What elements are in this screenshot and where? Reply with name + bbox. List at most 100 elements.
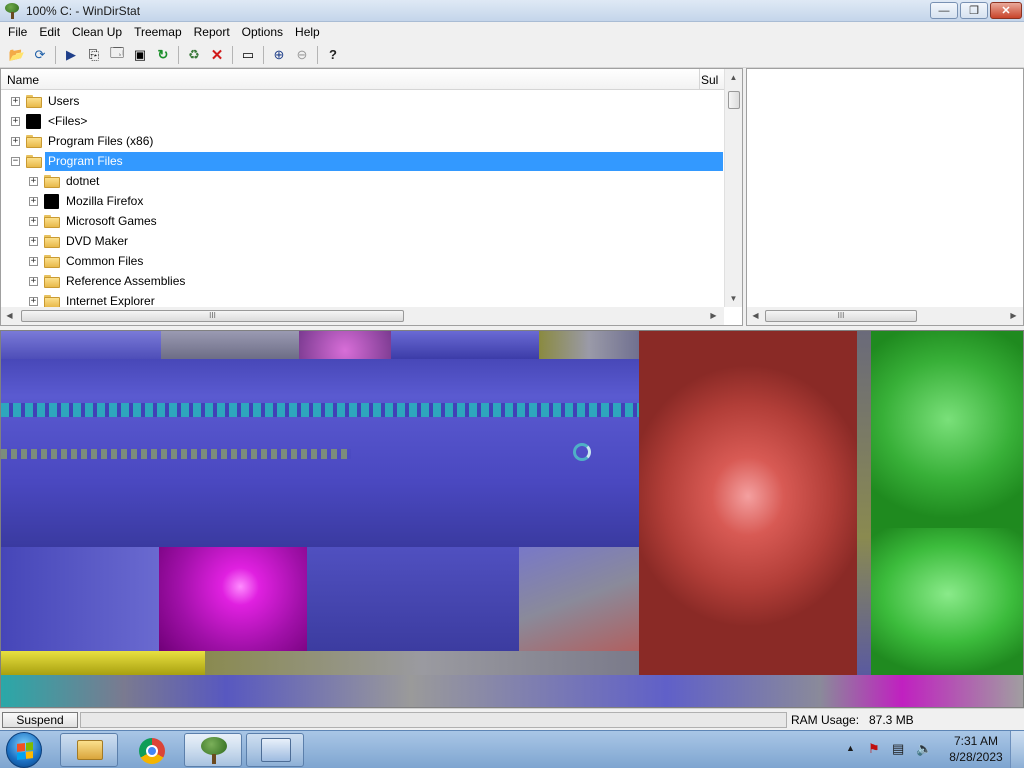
scroll-up-icon[interactable]: ▲: [725, 69, 742, 86]
clock-time[interactable]: 7:31 AM: [948, 734, 1004, 748]
tree-row[interactable]: + Program Files (x86): [1, 132, 723, 151]
command-prompt-icon[interactable]: ▣: [129, 44, 151, 66]
start-button[interactable]: [6, 732, 42, 768]
treemap-block[interactable]: [1, 651, 205, 675]
refresh-all-icon[interactable]: ⟳: [29, 44, 51, 66]
treemap-block[interactable]: [299, 331, 391, 359]
treemap-block[interactable]: [391, 331, 539, 359]
directory-tree[interactable]: Name Sul + Users + <Files> + Program Files (x…: [0, 68, 743, 326]
zoom-out-icon[interactable]: ⊖: [291, 44, 313, 66]
tree-row[interactable]: + Common Files: [1, 252, 723, 271]
expand-icon[interactable]: +: [29, 237, 38, 246]
tree-row[interactable]: + Users: [1, 92, 723, 111]
delete-icon[interactable]: ✕: [206, 44, 228, 66]
tree-vertical-scrollbar[interactable]: ▲ ▼: [724, 69, 742, 307]
expand-icon[interactable]: +: [29, 177, 38, 186]
treemap-block[interactable]: [1, 331, 639, 547]
treemap-block[interactable]: [307, 547, 519, 651]
action-center-icon[interactable]: ⚑: [868, 741, 880, 757]
column-subtree-header[interactable]: Sul: [701, 73, 723, 87]
network-icon[interactable]: ▤: [892, 741, 904, 757]
scroll-left-icon[interactable]: ◀: [1, 307, 18, 324]
properties-icon[interactable]: ▭: [237, 44, 259, 66]
tree-row[interactable]: + Internet Explorer: [1, 292, 723, 307]
expand-icon[interactable]: +: [29, 257, 38, 266]
tree-vertical-thumb[interactable]: [728, 91, 740, 109]
treemap-view[interactable]: [0, 330, 1024, 708]
menu-edit[interactable]: Edit: [33, 22, 66, 42]
treemap-block[interactable]: [1, 403, 639, 417]
tree-horizontal-scrollbar[interactable]: ◀ III ▶: [1, 307, 724, 325]
tree-row[interactable]: + <Files>: [1, 112, 723, 131]
progress-bar: [80, 712, 787, 728]
taskbar-windirstat[interactable]: [184, 733, 242, 767]
zoom-in-icon[interactable]: ⊕: [268, 44, 290, 66]
copy-path-icon[interactable]: ⎘: [83, 44, 105, 66]
taskbar-control-panel[interactable]: [246, 733, 304, 767]
treemap-block[interactable]: [871, 331, 1023, 528]
tree-row[interactable]: + Microsoft Games: [1, 212, 723, 231]
menu-options[interactable]: Options: [236, 22, 289, 42]
tree-row[interactable]: + Mozilla Firefox: [1, 192, 723, 211]
windows-logo-icon: [17, 742, 33, 760]
treemap-block[interactable]: [871, 528, 1023, 675]
refresh-selected-icon[interactable]: ↻: [152, 44, 174, 66]
column-divider[interactable]: [699, 69, 700, 90]
expand-icon[interactable]: +: [29, 277, 38, 286]
menu-clean-up[interactable]: Clean Up: [66, 22, 128, 42]
column-name-header[interactable]: Name: [7, 73, 39, 87]
treemap-block[interactable]: [857, 331, 871, 675]
scroll-left-icon[interactable]: ◀: [747, 307, 764, 324]
treemap-block[interactable]: [159, 547, 307, 651]
ext-horizontal-thumb[interactable]: III: [765, 310, 917, 322]
title-bar[interactable]: 100% C: - WinDirStat — ❐ ✕: [0, 0, 1024, 22]
tree-row[interactable]: + Reference Assemblies: [1, 272, 723, 291]
menu-file[interactable]: File: [2, 22, 33, 42]
expand-icon[interactable]: +: [11, 117, 20, 126]
tree-row[interactable]: + DVD Maker: [1, 232, 723, 251]
minimize-button[interactable]: —: [930, 2, 958, 19]
explorer-here-icon[interactable]: 🗔: [106, 44, 128, 66]
tree-horizontal-thumb[interactable]: III: [21, 310, 404, 322]
close-button[interactable]: ✕: [990, 2, 1022, 19]
recycle-bin-icon[interactable]: ♻: [183, 44, 205, 66]
expand-icon[interactable]: +: [11, 97, 20, 106]
scroll-down-icon[interactable]: ▼: [725, 290, 742, 307]
expand-icon[interactable]: +: [29, 297, 38, 306]
show-hidden-icons-icon[interactable]: ▲: [846, 743, 855, 753]
open-icon[interactable]: 📂: [6, 44, 28, 66]
taskbar-explorer[interactable]: [60, 733, 118, 767]
treemap-block[interactable]: [1, 331, 161, 359]
treemap-block[interactable]: [1, 547, 159, 651]
scroll-right-icon[interactable]: ▶: [1005, 307, 1022, 324]
taskbar-chrome[interactable]: [122, 733, 180, 767]
tree-row[interactable]: − Program Files: [11, 152, 723, 171]
menu-treemap[interactable]: Treemap: [128, 22, 188, 42]
scroll-right-icon[interactable]: ▶: [705, 307, 722, 324]
tree-row-label: dotnet: [66, 174, 100, 188]
tree-row-label: Microsoft Games: [66, 214, 157, 228]
treemap-block[interactable]: [1, 449, 351, 459]
help-icon[interactable]: ?: [322, 44, 344, 66]
maximize-button[interactable]: ❐: [960, 2, 988, 19]
tree-row[interactable]: + dotnet: [1, 172, 723, 191]
menu-report[interactable]: Report: [188, 22, 236, 42]
treemap-block[interactable]: [205, 651, 639, 675]
menu-help[interactable]: Help: [289, 22, 326, 42]
volume-icon[interactable]: 🔈: [916, 741, 932, 757]
expand-icon[interactable]: +: [11, 137, 20, 146]
expand-icon[interactable]: +: [29, 217, 38, 226]
select-drive-icon[interactable]: ▶: [60, 44, 82, 66]
treemap-block[interactable]: [1, 675, 1023, 707]
treemap-block[interactable]: [161, 331, 299, 359]
suspend-button[interactable]: Suspend: [2, 712, 78, 728]
expand-icon[interactable]: +: [29, 197, 38, 206]
treemap-block[interactable]: [519, 547, 639, 651]
treemap-block[interactable]: [539, 331, 639, 359]
treemap-block[interactable]: [639, 331, 857, 675]
ext-horizontal-scrollbar[interactable]: ◀ III ▶: [747, 307, 1023, 325]
collapse-icon[interactable]: −: [11, 157, 20, 166]
extension-list[interactable]: ◀ III ▶: [746, 68, 1024, 326]
clock-date[interactable]: 8/28/2023: [944, 750, 1008, 764]
show-desktop-button[interactable]: [1010, 731, 1024, 768]
